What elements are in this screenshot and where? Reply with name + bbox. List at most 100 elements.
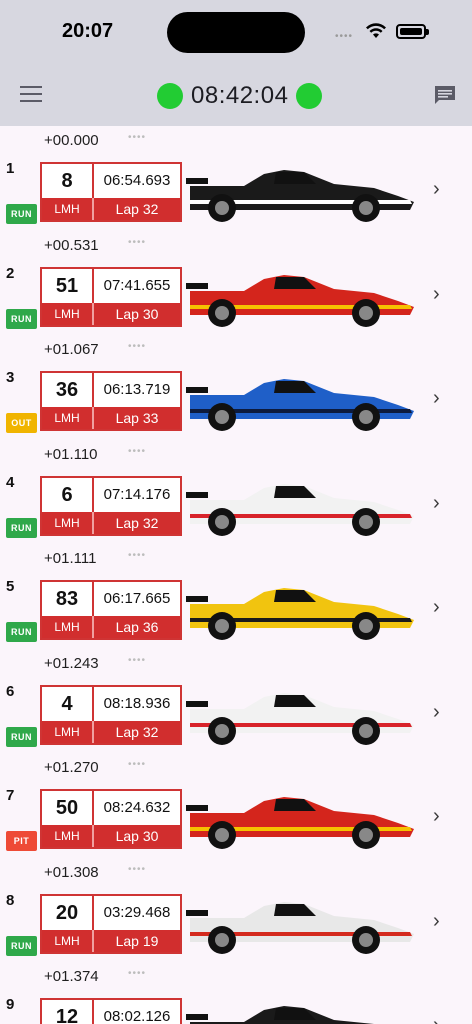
- car-info-card: 50 08:24.632 LMH Lap 30: [40, 789, 182, 849]
- standings-row[interactable]: +00.531 •••• 2 RUN 51 07:41.655 LMH Lap 30 ›: [0, 231, 472, 335]
- lap-count: Lap 32: [115, 514, 159, 531]
- status-badge: PIT: [6, 831, 37, 851]
- car-info-card: 20 03:29.468 LMH Lap 19: [40, 893, 182, 954]
- car-image: [184, 683, 416, 752]
- car-livery-image: [186, 170, 414, 222]
- card-footer: LMH Lap 33: [42, 407, 180, 429]
- race-clock: 08:42:04: [157, 80, 323, 112]
- chevron-right-icon[interactable]: ›: [433, 283, 440, 306]
- class-label: LMH: [42, 302, 94, 325]
- lap-count: Lap 30: [115, 828, 159, 844]
- lap-count: Lap 32: [115, 201, 159, 217]
- car-number: 36: [42, 373, 94, 407]
- car-image: [184, 474, 416, 543]
- status-bar: 20:07 ••••: [0, 0, 472, 66]
- chevron-right-icon[interactable]: ›: [433, 1014, 440, 1024]
- standings-row[interactable]: +00.000 •••• 1 RUN 8 06:54.693 LMH Lap 32 ›: [0, 126, 472, 230]
- chat-icon[interactable]: [433, 84, 457, 106]
- car-number: 6: [42, 477, 94, 512]
- lap-time: 06:17.665: [103, 590, 171, 607]
- status-badge: RUN: [6, 622, 37, 642]
- car-number: 4: [42, 686, 94, 721]
- position-label: 6: [6, 682, 15, 700]
- standings-row[interactable]: +01.067 •••• 3 OUT 36 06:13.719 LMH Lap 33 ›: [0, 335, 472, 439]
- standings-row[interactable]: +01.111 •••• 5 RUN 83 06:17.665 LMH Lap 36 ›: [0, 544, 472, 648]
- status-badge: RUN: [6, 204, 37, 224]
- car-image: [184, 892, 416, 961]
- card-footer: LMH Lap 32: [42, 511, 180, 534]
- class-label: LMH: [42, 198, 94, 220]
- car-livery-image: [186, 1006, 374, 1024]
- car-info-card: 51 07:41.655 LMH Lap 30: [40, 266, 182, 327]
- car-number: 51: [42, 268, 94, 303]
- chevron-right-icon[interactable]: ›: [433, 701, 440, 724]
- standings-row[interactable]: +01.270 •••• 7 PIT 50 08:24.632 LMH Lap 30 ›: [0, 753, 472, 857]
- car-number: 8: [42, 164, 94, 198]
- card-footer: LMH Lap 36: [42, 616, 180, 638]
- chevron-right-icon[interactable]: ›: [433, 492, 440, 515]
- lap-count: Lap 30: [115, 305, 159, 322]
- clock-text: 08:42:04: [191, 82, 289, 109]
- car-info-card: 4 08:18.936 LMH Lap 32: [40, 684, 182, 745]
- gap-to-leader: +01.110: [44, 445, 98, 463]
- drag-handle-icon: ••••: [128, 132, 147, 143]
- car-image: [184, 996, 416, 1024]
- position-label: 9: [6, 996, 15, 1013]
- status-light-right: [296, 83, 323, 109]
- lap-count: Lap 19: [115, 932, 159, 949]
- status-light-left: [157, 83, 183, 109]
- card-footer: LMH Lap 30: [42, 302, 180, 325]
- lap-time: 07:41.655: [103, 276, 171, 294]
- battery-icon: [396, 24, 429, 39]
- car-number: 12: [42, 1000, 94, 1024]
- position-label: 3: [6, 369, 15, 386]
- position-label: 2: [6, 264, 15, 282]
- car-info-card: 8 06:54.693 LMH Lap 32: [40, 162, 182, 222]
- position-label: 4: [6, 473, 15, 491]
- hamburger-menu-icon[interactable]: [20, 86, 42, 104]
- gap-to-leader: +01.111: [44, 550, 97, 567]
- drag-handle-icon: ••••: [128, 550, 147, 561]
- drag-handle-icon: ••••: [128, 968, 147, 979]
- card-footer: LMH Lap 32: [42, 198, 180, 220]
- wifi-icon: [366, 23, 386, 38]
- lap-time: 08:24.632: [103, 799, 171, 816]
- lap-count: Lap 33: [115, 410, 159, 426]
- class-label: LMH: [42, 825, 94, 847]
- car-number: 50: [42, 791, 94, 825]
- lap-count: Lap 36: [115, 619, 159, 635]
- chevron-right-icon[interactable]: ›: [433, 178, 440, 201]
- car-livery-image: [186, 797, 414, 849]
- car-image: [184, 578, 416, 647]
- standings-row[interactable]: +01.110 •••• 4 RUN 6 07:14.176 LMH Lap 32 ›: [0, 440, 472, 544]
- standings-row[interactable]: +01.308 •••• 8 RUN 20 03:29.468 LMH Lap 19 ›: [0, 858, 472, 962]
- car-livery-image: [186, 274, 414, 327]
- lap-count: Lap 32: [115, 723, 159, 740]
- lap-time: 07:14.176: [103, 485, 171, 503]
- standings-row[interactable]: +01.374••••9RUN1208:02.126LMHLap 31›: [0, 962, 472, 1024]
- drag-handle-icon: ••••: [128, 759, 147, 770]
- car-number: 20: [42, 895, 94, 930]
- card-footer: LMH Lap 19: [42, 929, 180, 952]
- chevron-right-icon[interactable]: ›: [433, 910, 440, 933]
- class-label: LMH: [42, 929, 94, 952]
- car-image: [184, 787, 416, 856]
- car-livery-image: [186, 588, 414, 640]
- lap-time: 08:02.126: [103, 1008, 171, 1024]
- dynamic-island: [167, 12, 305, 53]
- status-badge: RUN: [6, 308, 37, 329]
- lap-time: 06:54.693: [103, 172, 171, 189]
- gap-to-leader: +01.067: [44, 341, 99, 358]
- chevron-right-icon[interactable]: ›: [433, 387, 440, 410]
- drag-handle-icon: ••••: [128, 341, 147, 352]
- chevron-right-icon[interactable]: ›: [433, 805, 440, 828]
- car-info-card: 36 06:13.719 LMH Lap 33: [40, 371, 182, 431]
- lap-time: 03:29.468: [103, 903, 171, 921]
- standings-row[interactable]: +01.243 •••• 6 RUN 4 08:18.936 LMH Lap 32 ›: [0, 649, 472, 753]
- chevron-right-icon[interactable]: ›: [433, 596, 440, 619]
- car-image: [184, 265, 416, 334]
- gap-to-leader: +01.243: [44, 654, 99, 672]
- gap-to-leader: +01.308: [44, 863, 99, 881]
- class-label: LMH: [42, 616, 94, 638]
- drag-handle-icon: ••••: [128, 654, 147, 666]
